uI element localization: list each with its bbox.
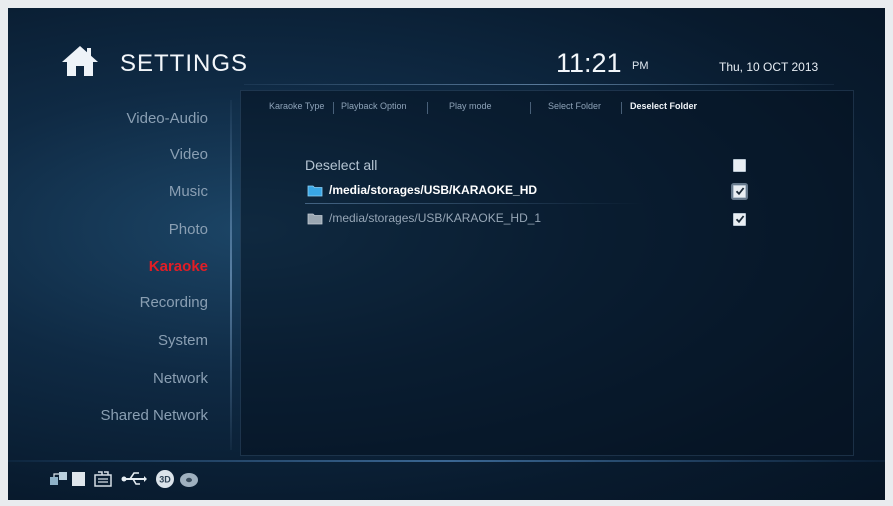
tab-separator — [333, 102, 334, 114]
usb-icon — [121, 472, 147, 485]
3d-icon: 3D — [156, 470, 174, 488]
sidebar-item-music[interactable]: Music — [169, 183, 208, 200]
sidebar-item-network[interactable]: Network — [153, 370, 208, 387]
tab-select-folder[interactable]: Select Folder — [548, 101, 601, 111]
settings-panel: Karaoke Type Playback Option Play mode S… — [240, 90, 854, 456]
disc-icon — [180, 473, 198, 487]
svg-text:3D: 3D — [159, 475, 171, 485]
folder-checkbox[interactable] — [733, 213, 746, 226]
sidebar-divider — [230, 100, 232, 450]
date-display: Thu, 10 OCT 2013 — [719, 60, 819, 74]
storage-icon — [72, 472, 85, 486]
tab-separator — [427, 102, 428, 114]
sd-card-icon — [94, 471, 112, 487]
network-icon — [50, 472, 67, 485]
header: SETTINGS 11:21 PM Thu, 10 OCT 2013 — [8, 8, 885, 88]
clock-time: 11:21 — [556, 48, 622, 78]
tab-karaoke-type[interactable]: Karaoke Type — [269, 101, 324, 111]
clock-ampm: PM — [632, 60, 649, 72]
selection-underline — [305, 203, 645, 204]
sidebar-item-karaoke[interactable]: Karaoke — [149, 258, 208, 275]
folder-path: /media/storages/USB/KARAOKE_HD_1 — [329, 211, 542, 225]
deselect-all-row[interactable]: Deselect all — [241, 157, 853, 175]
home-icon[interactable] — [60, 44, 100, 78]
tab-playback-option[interactable]: Playback Option — [341, 101, 407, 111]
checkmark-icon — [735, 215, 745, 224]
sidebar-item-recording[interactable]: Recording — [140, 294, 208, 311]
tab-play-mode[interactable]: Play mode — [449, 101, 492, 111]
checkmark-icon — [735, 187, 745, 196]
folder-row[interactable]: /media/storages/USB/KARAOKE_HD_1 — [241, 211, 853, 229]
sidebar-item-video[interactable]: Video — [170, 146, 208, 163]
sidebar-item-system[interactable]: System — [158, 332, 208, 349]
status-bar: 3D — [48, 468, 308, 494]
page-title: SETTINGS — [120, 50, 249, 77]
tab-bar: Karaoke Type Playback Option Play mode S… — [241, 101, 853, 121]
deselect-all-checkbox[interactable] — [733, 159, 746, 172]
sidebar-item-shared-network[interactable]: Shared Network — [100, 407, 208, 424]
header-divider — [244, 84, 834, 85]
settings-screen: SETTINGS 11:21 PM Thu, 10 OCT 2013 Video… — [8, 8, 885, 500]
tab-separator — [530, 102, 531, 114]
footer-divider — [8, 460, 885, 462]
deselect-all-label: Deselect all — [305, 157, 378, 173]
tab-separator — [621, 102, 622, 114]
folder-checkbox[interactable] — [733, 185, 746, 198]
sidebar-item-video-audio[interactable]: Video-Audio — [127, 110, 208, 127]
folder-row[interactable]: /media/storages/USB/KARAOKE_HD — [241, 183, 853, 204]
folder-blue-icon — [307, 185, 323, 197]
folder-gray-icon — [307, 213, 323, 225]
folder-path: /media/storages/USB/KARAOKE_HD — [329, 183, 538, 197]
tab-deselect-folder[interactable]: Deselect Folder — [630, 101, 697, 111]
sidebar-item-photo[interactable]: Photo — [169, 221, 208, 238]
